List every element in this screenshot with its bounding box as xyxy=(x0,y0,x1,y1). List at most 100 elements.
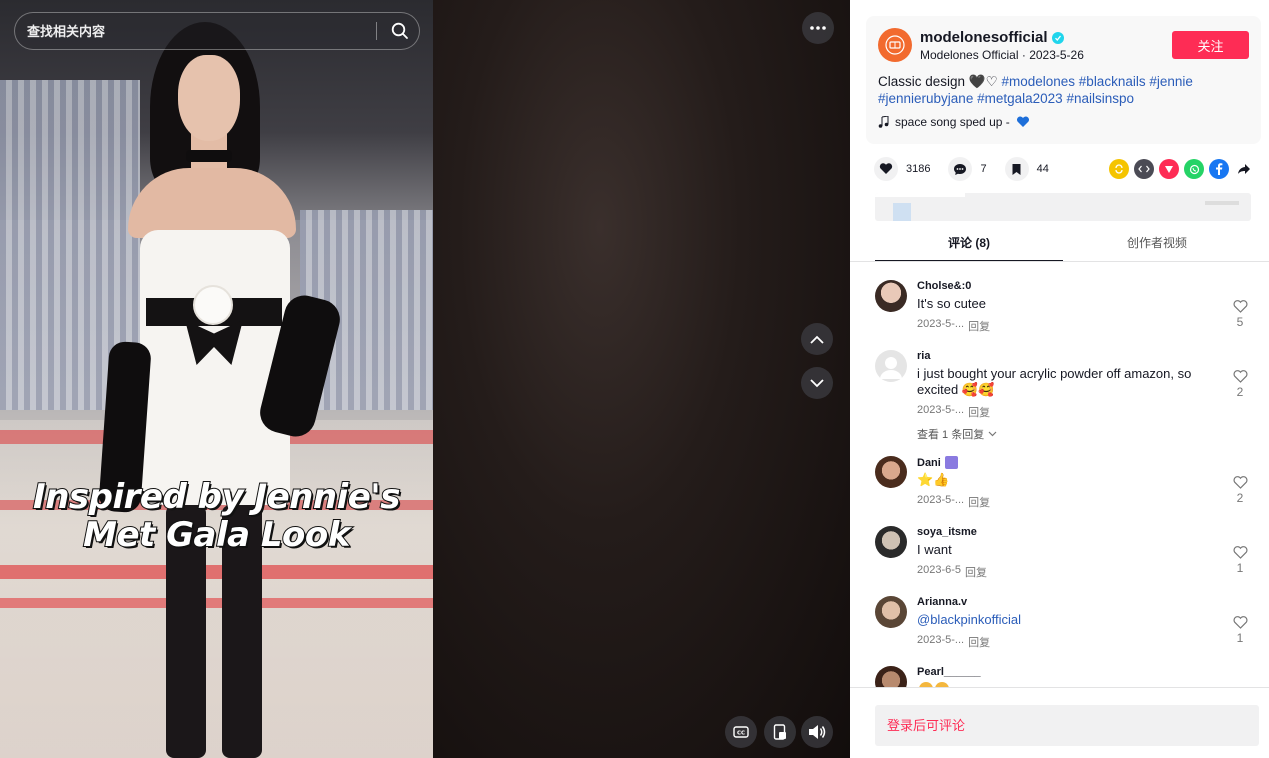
hashtag-link[interactable]: #modelones xyxy=(1001,74,1075,89)
hashtag-link[interactable]: #jennie xyxy=(1149,74,1193,89)
comment-avatar-default[interactable] xyxy=(875,350,907,382)
video-description: Classic design 🖤♡ #modelones #blacknails… xyxy=(878,74,1248,107)
peace-emoji-icon xyxy=(944,456,958,469)
author-card: modelonesofficial Modelones Official · 2… xyxy=(866,16,1261,144)
comment-text: ⭐👍 xyxy=(917,472,950,487)
whatsapp-icon[interactable] xyxy=(1184,159,1204,179)
repost-icon[interactable] xyxy=(1109,159,1129,179)
comment-username[interactable]: ria xyxy=(917,350,930,362)
like-action[interactable]: 3186 xyxy=(874,157,930,181)
chevron-up-icon xyxy=(810,335,824,344)
comment-like-button[interactable]: 1 xyxy=(1228,616,1252,645)
comment-meta: 2023-5-... 回复 xyxy=(917,318,990,334)
heart-outline-icon xyxy=(1233,616,1247,629)
comment-avatar[interactable] xyxy=(875,280,907,312)
previous-video-button[interactable] xyxy=(801,323,833,355)
search-input[interactable] xyxy=(27,23,376,39)
video-blur-background xyxy=(433,0,850,758)
comment-meta: 2023-6-5 回复 xyxy=(917,564,987,580)
comment-avatar[interactable] xyxy=(875,526,907,558)
comment-date: 2023-5-... xyxy=(917,634,965,646)
comment-action[interactable]: 7 xyxy=(948,157,987,181)
heart-outline-icon xyxy=(1233,476,1247,489)
figure-face xyxy=(178,55,240,141)
comment-username[interactable]: Arianna.v xyxy=(917,596,967,608)
comment-like-count: 5 xyxy=(1236,315,1244,329)
like-count: 3186 xyxy=(906,163,931,175)
post-date: 2023-5-26 xyxy=(1029,48,1084,62)
author-display-name: Modelones Official xyxy=(920,48,1019,62)
comment-username[interactable]: Dani xyxy=(917,456,958,469)
comment-bubble-icon xyxy=(948,157,973,181)
login-to-comment-button[interactable]: 登录后可评论 xyxy=(875,705,1259,746)
facebook-icon[interactable] xyxy=(1209,159,1229,179)
author-username[interactable]: modelonesofficial xyxy=(920,29,1064,46)
captions-button[interactable]: CC xyxy=(725,716,757,748)
comment-like-count: 2 xyxy=(1236,491,1244,505)
next-video-button[interactable] xyxy=(801,367,833,399)
reply-button[interactable]: 回复 xyxy=(965,564,987,580)
comment-mention-link[interactable]: @blackpinkofficial xyxy=(917,612,1217,628)
search-button[interactable] xyxy=(381,12,419,50)
comment-like-button[interactable]: 2 xyxy=(1228,370,1252,399)
search-icon xyxy=(391,22,408,39)
comment-avatar[interactable] xyxy=(875,596,907,628)
comment-item: soya_itsme I want 2023-6-5 回复 1 xyxy=(875,526,1255,586)
mini-player-button[interactable] xyxy=(764,716,796,748)
figure-rose xyxy=(193,285,233,325)
comment-like-button[interactable]: 1 xyxy=(1228,546,1252,575)
side-panel: modelonesofficial Modelones Official · 2… xyxy=(850,0,1269,758)
hashtag-link[interactable]: #nailsinspo xyxy=(1066,91,1134,106)
volume-button[interactable] xyxy=(801,716,833,748)
video-frame[interactable]: Inspired by Jennie's Met Gala Look xyxy=(0,0,433,758)
photo-stair xyxy=(0,565,433,579)
view-replies-button[interactable]: 查看 1 条回复 xyxy=(917,426,997,442)
comment-date: 2023-5-... xyxy=(917,318,965,330)
reply-button[interactable]: 回复 xyxy=(968,318,990,334)
search-bar xyxy=(14,12,420,50)
comment-item: ria i just bought your acrylic powder of… xyxy=(875,350,1255,442)
music-link[interactable]: space song sped up - xyxy=(878,115,1030,129)
comment-username[interactable]: Pearl______ xyxy=(917,666,981,678)
comment-date: 2023-5-... xyxy=(917,404,965,416)
chevron-down-icon xyxy=(810,378,824,387)
comment-count: 7 xyxy=(980,163,987,175)
tab-creator-videos[interactable]: 创作者视频 xyxy=(1063,228,1251,262)
hashtag-link[interactable]: #jennierubyjane xyxy=(878,91,973,106)
author-avatar[interactable] xyxy=(878,28,912,62)
reply-button[interactable]: 回复 xyxy=(968,404,990,420)
follow-button[interactable]: 关注 xyxy=(1172,31,1249,59)
comment-username[interactable]: Cholse&:0 xyxy=(917,280,971,292)
heart-outline-icon xyxy=(1233,370,1247,383)
author-subline: Modelones Official · 2023-5-26 xyxy=(920,48,1084,62)
comment-like-button[interactable]: 5 xyxy=(1228,300,1252,329)
embed-icon[interactable] xyxy=(1134,159,1154,179)
copy-link-bar[interactable] xyxy=(875,193,1251,221)
comment-meta: 2023-5-... 回复 xyxy=(917,494,990,510)
heart-icon xyxy=(874,157,898,181)
photo-stair xyxy=(0,598,433,608)
video-player[interactable]: Inspired by Jennie's Met Gala Look CC xyxy=(0,0,850,758)
reply-button[interactable]: 回复 xyxy=(968,494,990,510)
comment-avatar[interactable] xyxy=(875,456,907,488)
send-icon[interactable] xyxy=(1159,159,1179,179)
comment-like-button[interactable]: 2 xyxy=(1228,476,1252,505)
comment-date: 2023-6-5 xyxy=(917,564,962,576)
brand-logo-icon xyxy=(885,35,905,55)
reply-button[interactable]: 回复 xyxy=(968,634,990,650)
view-replies-label: 查看 1 条回复 xyxy=(917,429,985,441)
author-username-text: modelonesofficial xyxy=(920,29,1048,46)
speaker-icon xyxy=(809,725,826,739)
comment-avatar[interactable] xyxy=(875,666,907,687)
more-options-button[interactable] xyxy=(802,12,834,44)
share-arrow-icon[interactable] xyxy=(1234,159,1254,179)
tab-comments[interactable]: 评论 (8) xyxy=(875,228,1063,262)
save-action[interactable]: 44 xyxy=(1004,157,1049,181)
comment-box-divider xyxy=(850,687,1269,688)
bookmark-icon xyxy=(1004,157,1029,181)
hashtag-link[interactable]: #metgala2023 xyxy=(977,91,1063,106)
comment-username[interactable]: soya_itsme xyxy=(917,526,977,538)
hashtag-link[interactable]: #blacknails xyxy=(1079,74,1146,89)
search-divider xyxy=(376,22,377,40)
copy-link-control[interactable] xyxy=(1205,201,1239,205)
